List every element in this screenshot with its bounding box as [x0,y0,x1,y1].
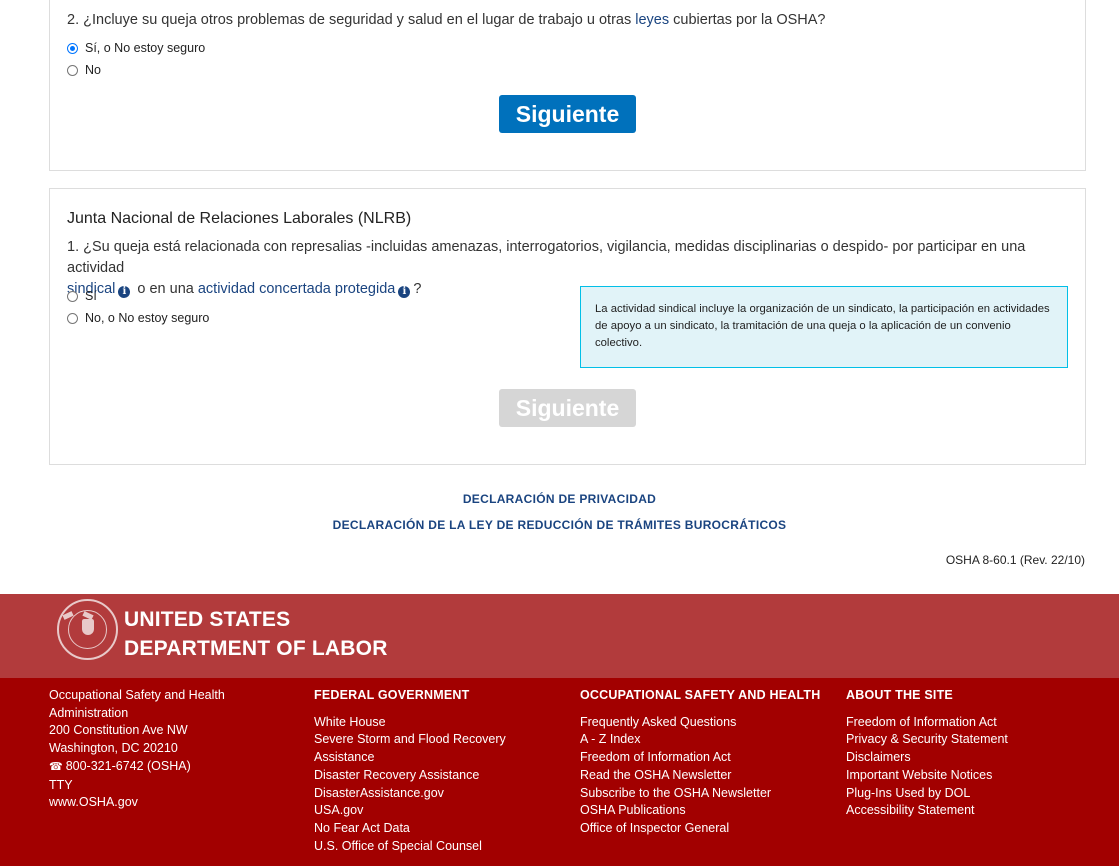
option-no[interactable]: No [67,63,101,77]
footer-about: ABOUT THE SITE Freedom of Information Ac… [846,687,1096,820]
info-icon[interactable]: i [398,286,411,298]
footer-link[interactable]: Subscribe to the OSHA Newsletter [580,785,830,803]
radio-no-unsure[interactable] [67,312,78,324]
footer-link[interactable]: USA.gov [314,802,554,820]
footer-contact: Occupational Safety and Health Administr… [49,687,279,812]
dol-line-1: UNITED STATES [124,608,291,631]
nlrb-title: Junta Nacional de Relaciones Laborales (… [67,210,412,227]
footer-link[interactable]: U.S. Office of Special Counsel [314,838,554,856]
dol-line-2: DEPARTMENT OF LABOR [124,637,388,660]
footer-address-1: 200 Constitution Ave NW [49,723,188,738]
option-no-unsure[interactable]: No, o No estoy seguro [67,311,209,325]
nlrb-question-middle: o en una [133,281,198,297]
footer-link[interactable]: Important Website Notices [846,767,1096,785]
footer-banner: UNITED STATES DEPARTMENT OF LABOR [0,594,1119,678]
footer-link[interactable]: White House [314,714,554,732]
next-button[interactable]: Siguiente [499,95,636,133]
nlrb-panel: Junta Nacional de Relaciones Laborales (… [49,188,1086,465]
form-id: OSHA 8-60.1 (Rev. 22/10) [945,553,1085,567]
footer-osha: OCCUPATIONAL SAFETY AND HEALTH Frequentl… [580,687,830,838]
dol-seal-icon[interactable] [57,599,118,660]
paperwork-reduction-link[interactable]: DECLARACIÓN DE LA LEY DE REDUCCIÓN DE TR… [0,518,1119,544]
dol-wordmark[interactable]: UNITED STATES DEPARTMENT OF LABOR [124,605,388,663]
footer-osha-heading: OCCUPATIONAL SAFETY AND HEALTH [580,688,821,702]
footer-tty-link[interactable]: TTY [49,777,279,795]
footer-link[interactable]: Freedom of Information Act [580,749,830,767]
option-no-unsure-label: No, o No estoy seguro [85,311,210,325]
radio-yes-unsure[interactable] [67,42,78,54]
option-yes-unsure[interactable]: Sí, o No estoy seguro [67,41,205,55]
footer-link[interactable]: Plug-Ins Used by DOL [846,785,1096,803]
option-yes-unsure-label: Sí, o No estoy seguro [85,41,206,55]
footer-link[interactable]: No Fear Act Data [314,820,554,838]
footer-link[interactable]: Disaster Recovery Assistance [314,767,554,785]
footer-phone[interactable]: ☎ 800-321-6742 (OSHA) [49,758,279,777]
nlrb-question-end: ? [413,281,422,297]
statement-links: DECLARACIÓN DE PRIVACIDAD DECLARACIÓN DE… [0,492,1119,544]
option-yes-label: Sí [85,289,97,303]
footer: Occupational Safety and Health Administr… [0,678,1119,866]
footer-link[interactable]: Privacy & Security Statement [846,731,1096,749]
footer-about-heading: ABOUT THE SITE [846,688,953,702]
footer-link[interactable]: Disclaimers [846,749,1096,767]
privacy-statement-link[interactable]: DECLARACIÓN DE PRIVACIDAD [0,492,1119,518]
question-2-panel: 2. ¿Incluye su queja otros problemas de … [49,0,1086,171]
next-button-disabled: Siguiente [499,389,636,427]
radio-yes[interactable] [67,290,78,302]
phone-icon: ☎ [49,760,63,773]
question-2-text: 2. ¿Incluye su queja otros problemas de … [67,10,825,31]
footer-link[interactable]: OSHA Publications [580,802,830,820]
option-yes[interactable]: Sí [67,289,97,303]
footer-address-2: Washington, DC 20210 [49,741,178,756]
footer-website-link[interactable]: www.OSHA.gov [49,794,279,812]
footer-link[interactable]: Frequently Asked Questions [580,714,830,732]
footer-link[interactable]: Freedom of Information Act [846,714,1096,732]
footer-org: Occupational Safety and Health Administr… [49,688,225,720]
info-icon[interactable]: i [118,286,131,298]
footer-link[interactable]: Read the OSHA Newsletter [580,767,830,785]
laws-link[interactable]: leyes [635,12,669,28]
question-2-suffix: cubiertas por la OSHA? [669,12,826,28]
footer-phone-number: 800-321-6742 (OSHA) [65,758,191,773]
footer-link[interactable]: Office of Inspector General [580,820,830,838]
footer-link[interactable]: A - Z Index [580,731,830,749]
footer-link[interactable]: DisasterAssistance.gov [314,785,554,803]
option-no-label: No [85,63,101,77]
nlrb-question-line1: 1. ¿Su queja está relacionada con repres… [67,239,1026,276]
union-activity-info-box: La actividad sindical incluye la organiz… [580,286,1068,368]
footer-federal-heading: FEDERAL GOVERNMENT [314,688,470,702]
question-2-prefix: 2. ¿Incluye su queja otros problemas de … [67,12,636,28]
footer-link[interactable]: Severe Storm and Flood Recovery Assistan… [314,731,554,766]
footer-federal-government: FEDERAL GOVERNMENT White House Severe St… [314,687,554,855]
radio-no[interactable] [67,64,78,76]
footer-link[interactable]: Accessibility Statement [846,802,1096,820]
protected-activity-link[interactable]: actividad concertada protegida [198,281,396,297]
